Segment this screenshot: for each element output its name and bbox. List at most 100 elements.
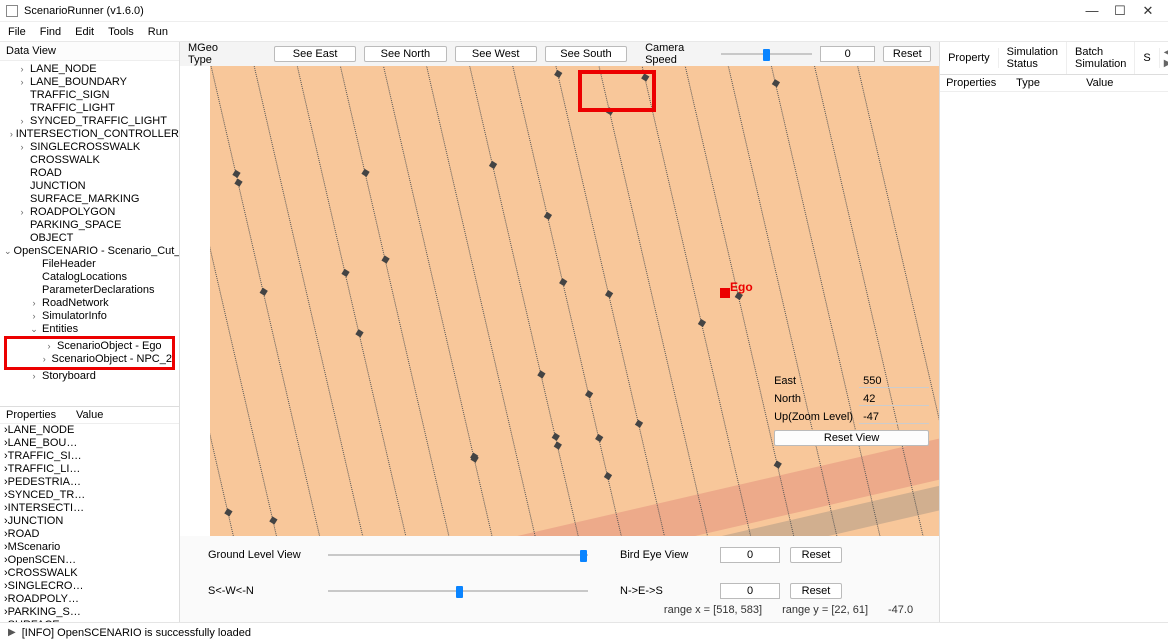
chevron-icon[interactable]: › <box>16 141 28 154</box>
property-item[interactable]: ›TRAFFIC_SI… <box>4 450 179 463</box>
tree-item[interactable]: ⌄OpenSCENARIO - Scenario_Cut_In_1 <box>4 245 179 258</box>
menu-edit[interactable]: Edit <box>75 26 94 38</box>
lane-node-marker <box>554 70 562 78</box>
chevron-icon[interactable]: ⌄ <box>4 245 12 258</box>
lane-node-marker <box>537 371 545 379</box>
tree-item[interactable]: ›RoadNetwork <box>4 297 179 310</box>
range-y: range y = [22, 61] <box>782 604 868 616</box>
chevron-icon[interactable]: › <box>28 310 40 323</box>
tree-item[interactable]: ›SimulatorInfo <box>4 310 179 323</box>
camera-reset-button[interactable]: Reset <box>883 46 931 62</box>
tree-item[interactable]: ParameterDeclarations <box>4 284 179 297</box>
east-value[interactable]: 550 <box>859 375 929 388</box>
tree-item[interactable]: FileHeader <box>4 258 179 271</box>
bird-eye-label: Bird Eye View <box>620 549 710 561</box>
tree-item[interactable]: SURFACE_MARKING <box>4 193 179 206</box>
see-north-button[interactable]: See North <box>364 46 446 62</box>
properties-tree[interactable]: ›LANE_NODE›LANE_BOU…›TRAFFIC_SI…›TRAFFIC… <box>0 424 179 622</box>
ego-marker[interactable]: Ego <box>720 288 730 298</box>
property-item[interactable]: ›SURFACE_… <box>4 619 179 622</box>
tree-item-label: INTERSECTION_CONTROLLER <box>14 128 179 141</box>
tree-item[interactable]: CatalogLocations <box>4 271 179 284</box>
tree-item[interactable]: ›ROADPOLYGON <box>4 206 179 219</box>
tab-batch-simulation[interactable]: Batch Simulation <box>1067 42 1135 74</box>
property-label: SURFACE_… <box>8 619 77 622</box>
property-item[interactable]: ›PEDESTRIA… <box>4 476 179 489</box>
tree-item[interactable]: ›Storyboard <box>4 370 179 383</box>
property-item[interactable]: ›LANE_NODE <box>4 424 179 437</box>
status-message: [INFO] OpenSCENARIO is successfully load… <box>22 627 251 639</box>
expand-icon[interactable]: ▶ <box>8 627 16 638</box>
lane-node-marker <box>605 290 613 298</box>
chevron-icon[interactable]: › <box>16 115 28 128</box>
nes-value[interactable]: 0 <box>720 583 780 599</box>
property-item[interactable]: ›ROAD <box>4 528 179 541</box>
nes-reset-button[interactable]: Reset <box>790 583 842 599</box>
north-value[interactable]: 42 <box>859 393 929 406</box>
tab-scroll-arrows[interactable]: ◀ ▶ <box>1160 47 1168 69</box>
minimize-button[interactable]: — <box>1078 3 1106 18</box>
tree-item[interactable]: ›INTERSECTION_CONTROLLER <box>4 128 179 141</box>
chevron-icon[interactable]: ⌄ <box>28 323 40 336</box>
camera-speed-slider[interactable] <box>721 48 812 60</box>
chevron-icon[interactable]: › <box>16 206 28 219</box>
tree-item[interactable]: TRAFFIC_SIGN <box>4 89 179 102</box>
tree-item[interactable]: ›SINGLECROSSWALK <box>4 141 179 154</box>
menu-tools[interactable]: Tools <box>108 26 134 38</box>
tree-item[interactable]: JUNCTION <box>4 180 179 193</box>
lane-node-marker <box>381 255 389 263</box>
maximize-button[interactable]: ☐ <box>1106 3 1134 19</box>
lane-node-marker <box>341 268 349 276</box>
chevron-icon[interactable]: › <box>39 353 50 366</box>
heading-slider[interactable] <box>328 585 588 597</box>
tree-item[interactable]: CROSSWALK <box>4 154 179 167</box>
mgeo-label: MGeo Type <box>188 42 240 66</box>
tree-item[interactable]: PARKING_SPACE <box>4 219 179 232</box>
close-button[interactable]: ✕ <box>1134 3 1162 19</box>
chevron-icon[interactable]: › <box>28 297 40 310</box>
see-east-button[interactable]: See East <box>274 46 356 62</box>
property-item[interactable]: ›CROSSWALK <box>4 567 179 580</box>
property-item[interactable]: ›SYNCED_TR… <box>4 489 179 502</box>
property-label: TRAFFIC_LI… <box>8 463 81 475</box>
tree-item[interactable]: ›ScenarioObject - Ego <box>7 340 172 353</box>
see-south-button[interactable]: See South <box>545 46 627 62</box>
bev-value[interactable]: 0 <box>720 547 780 563</box>
property-item[interactable]: ›SINGLECRO… <box>4 580 179 593</box>
tab-simulation-status[interactable]: Simulation Status <box>999 42 1067 74</box>
tree-item[interactable]: ROAD <box>4 167 179 180</box>
property-item[interactable]: ›JUNCTION <box>4 515 179 528</box>
see-west-button[interactable]: See West <box>455 46 537 62</box>
property-item[interactable]: ›PARKING_S… <box>4 606 179 619</box>
window-title: ScenarioRunner (v1.6.0) <box>24 5 144 17</box>
chevron-icon[interactable]: › <box>16 76 28 89</box>
camera-speed-value[interactable]: 0 <box>820 46 876 62</box>
menu-file[interactable]: File <box>8 26 26 38</box>
property-item[interactable]: ›ROADPOLY… <box>4 593 179 606</box>
tree-item[interactable]: ›LANE_BOUNDARY <box>4 76 179 89</box>
map-canvas[interactable]: Ego East550 North42 Up(Zoom Level)-47 Re… <box>180 66 939 536</box>
property-item[interactable]: ›MScenario <box>4 541 179 554</box>
bev-reset-button[interactable]: Reset <box>790 547 842 563</box>
property-item[interactable]: ›OpenSCEN… <box>4 554 179 567</box>
menu-find[interactable]: Find <box>40 26 61 38</box>
tree-item[interactable]: ›ScenarioObject - NPC_2 <box>7 353 172 366</box>
property-item[interactable]: ›LANE_BOU… <box>4 437 179 450</box>
tree-item[interactable]: ⌄Entities <box>4 323 179 336</box>
menu-run[interactable]: Run <box>148 26 168 38</box>
tree-item[interactable]: ›SYNCED_TRAFFIC_LIGHT <box>4 115 179 128</box>
tree-item[interactable]: ›LANE_NODE <box>4 63 179 76</box>
tree-item[interactable]: OBJECT <box>4 232 179 245</box>
reset-view-button[interactable]: Reset View <box>774 430 929 446</box>
property-item[interactable]: ›INTERSECTI… <box>4 502 179 515</box>
tab-overflow[interactable]: S <box>1135 48 1159 68</box>
property-item[interactable]: ›TRAFFIC_LI… <box>4 463 179 476</box>
data-view-tree[interactable]: ›LANE_NODE›LANE_BOUNDARYTRAFFIC_SIGNTRAF… <box>0 61 179 406</box>
tree-item[interactable]: TRAFFIC_LIGHT <box>4 102 179 115</box>
chevron-icon[interactable]: › <box>16 63 28 76</box>
chevron-icon[interactable]: › <box>43 340 55 353</box>
view-tilt-slider[interactable] <box>328 549 588 561</box>
tab-property[interactable]: Property <box>940 48 999 68</box>
chevron-icon[interactable]: › <box>28 370 40 383</box>
zoom-value[interactable]: -47 <box>859 411 929 424</box>
